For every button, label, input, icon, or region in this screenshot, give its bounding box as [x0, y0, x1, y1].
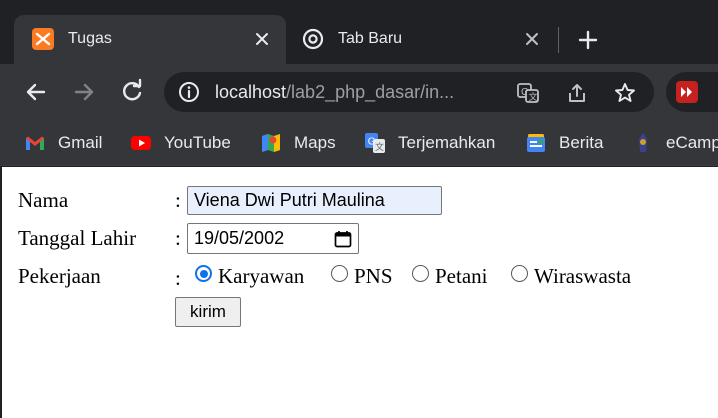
extension-icon[interactable]: [676, 81, 698, 103]
radio-label-pns: PNS: [354, 264, 393, 288]
page-content: Nama : Viena Dwi Putri Maulina Tanggal L…: [2, 167, 718, 418]
news-icon: [525, 132, 547, 154]
date-value: 19/05/2002: [194, 228, 285, 248]
radio-label-petani: Petani: [435, 264, 488, 288]
bookmark-label: Berita: [559, 133, 604, 152]
youtube-icon: [130, 132, 152, 154]
bookmark-gmail[interactable]: Gmail: [24, 131, 102, 155]
reload-icon[interactable]: [118, 78, 146, 106]
translate-icon: G文: [364, 132, 386, 154]
info-icon[interactable]: [178, 81, 200, 103]
star-bookmark-icon[interactable]: [613, 81, 637, 105]
url-host: localhost: [215, 82, 287, 102]
bookmark-label: Terjemahkan: [398, 133, 496, 152]
colon: :: [175, 226, 181, 250]
svg-text:文: 文: [529, 91, 538, 102]
url-path: /lab2_php_dasar/in...: [286, 82, 455, 102]
translate-page-icon[interactable]: G文: [516, 81, 540, 105]
tab-strip: Tugas Tab Baru: [0, 0, 718, 64]
bookmark-label: eCamp: [666, 133, 718, 152]
nama-label: Nama: [18, 188, 69, 212]
calendar-icon[interactable]: [333, 229, 353, 249]
radio-label-karyawan: Karyawan: [218, 264, 305, 288]
tab-title: Tab Baru: [338, 30, 403, 47]
radio-label-wiraswasta: Wiraswasta: [534, 264, 632, 288]
kirim-button[interactable]: kirim: [175, 297, 241, 327]
svg-text:文: 文: [375, 141, 384, 152]
bookmark-maps[interactable]: Maps: [260, 131, 336, 155]
close-icon[interactable]: [250, 27, 274, 51]
bookmark-berita[interactable]: Berita: [525, 131, 603, 155]
radio-pns[interactable]: [331, 265, 348, 282]
tab-tugas[interactable]: Tugas: [14, 15, 286, 64]
xampp-icon: [32, 28, 54, 50]
bookmark-translate[interactable]: G文 Terjemahkan: [364, 131, 495, 155]
colon: :: [175, 188, 181, 212]
ecampus-icon: [632, 132, 654, 154]
share-icon[interactable]: [565, 81, 589, 105]
tanggal-lahir-label: Tanggal Lahir: [18, 226, 137, 250]
pekerjaan-label: Pekerjaan: [18, 264, 101, 288]
radio-karyawan[interactable]: [195, 265, 212, 282]
browser-toolbar: localhost/lab2_php_dasar/in... G文: [0, 64, 718, 120]
bookmark-label: Gmail: [58, 133, 103, 152]
radio-wiraswasta[interactable]: [511, 265, 528, 282]
nama-input[interactable]: Viena Dwi Putri Maulina: [187, 186, 442, 215]
bookmark-label: YouTube: [164, 133, 231, 152]
back-arrow-icon[interactable]: [22, 78, 50, 106]
maps-icon: [260, 132, 282, 154]
tanggal-lahir-date-input[interactable]: 19/05/2002: [187, 223, 359, 254]
close-icon[interactable]: [520, 27, 544, 51]
gmail-icon: [24, 132, 46, 154]
address-bar[interactable]: localhost/lab2_php_dasar/in... G文: [164, 72, 654, 112]
colon: :: [175, 266, 181, 290]
bookmark-label: Maps: [294, 133, 336, 152]
chrome-icon: [302, 28, 324, 50]
bookmarks-bar: Gmail YouTube Maps G文 Terjemahkan Berita…: [0, 120, 718, 166]
bookmark-ecampus[interactable]: eCamp: [632, 131, 718, 155]
url-text[interactable]: localhost/lab2_php_dasar/in...: [215, 82, 454, 103]
new-tab-plus-icon[interactable]: [574, 26, 602, 54]
tab-tab-baru[interactable]: Tab Baru: [286, 15, 546, 64]
forward-arrow-icon[interactable]: [70, 78, 98, 106]
bookmark-youtube[interactable]: YouTube: [130, 131, 231, 155]
tab-title: Tugas: [68, 30, 112, 47]
extension-area: [666, 72, 718, 112]
radio-petani[interactable]: [412, 265, 429, 282]
tab-separator: [558, 27, 559, 53]
